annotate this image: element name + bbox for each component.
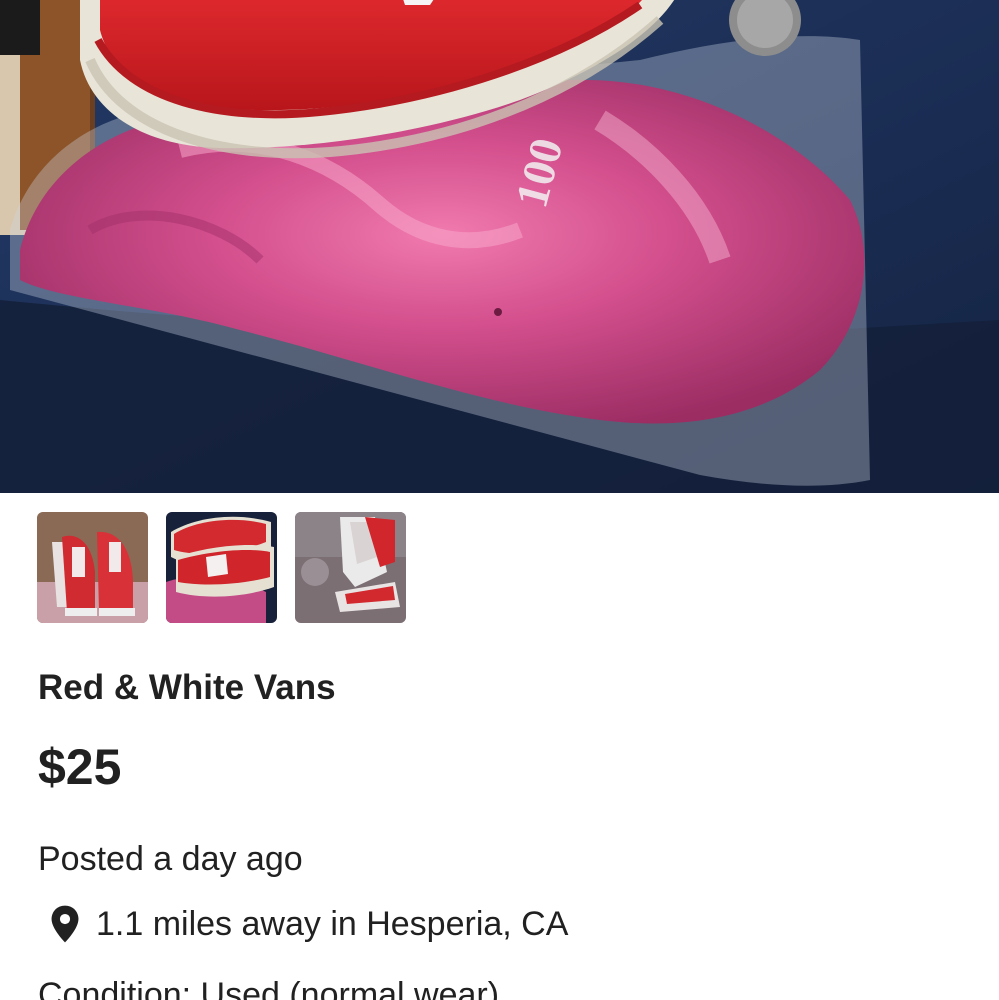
main-photo[interactable]: 100 xyxy=(0,0,999,493)
thumbnail-2[interactable] xyxy=(166,512,277,623)
photo-thumbnails xyxy=(37,512,406,623)
main-photo-image: 100 xyxy=(0,0,999,493)
thumbnail-1-image xyxy=(37,512,148,623)
location-text: 1.1 miles away in Hesperia, CA xyxy=(96,905,569,943)
listing-title: Red & White Vans xyxy=(38,668,336,707)
location-row: 1.1 miles away in Hesperia, CA xyxy=(48,902,568,946)
posted-time: Posted a day ago xyxy=(38,840,303,878)
thumbnail-3-image xyxy=(295,512,406,623)
thumbnail-2-image xyxy=(166,512,277,623)
item-condition: Condition: Used (normal wear) xyxy=(38,976,500,1000)
thumbnail-1[interactable] xyxy=(37,512,148,623)
thumbnail-3[interactable] xyxy=(295,512,406,623)
listing-page: 100 Red & White Vans $25 Posted a day ag… xyxy=(0,0,999,1000)
map-pin-icon xyxy=(51,905,79,943)
listing-price: $25 xyxy=(38,739,122,795)
